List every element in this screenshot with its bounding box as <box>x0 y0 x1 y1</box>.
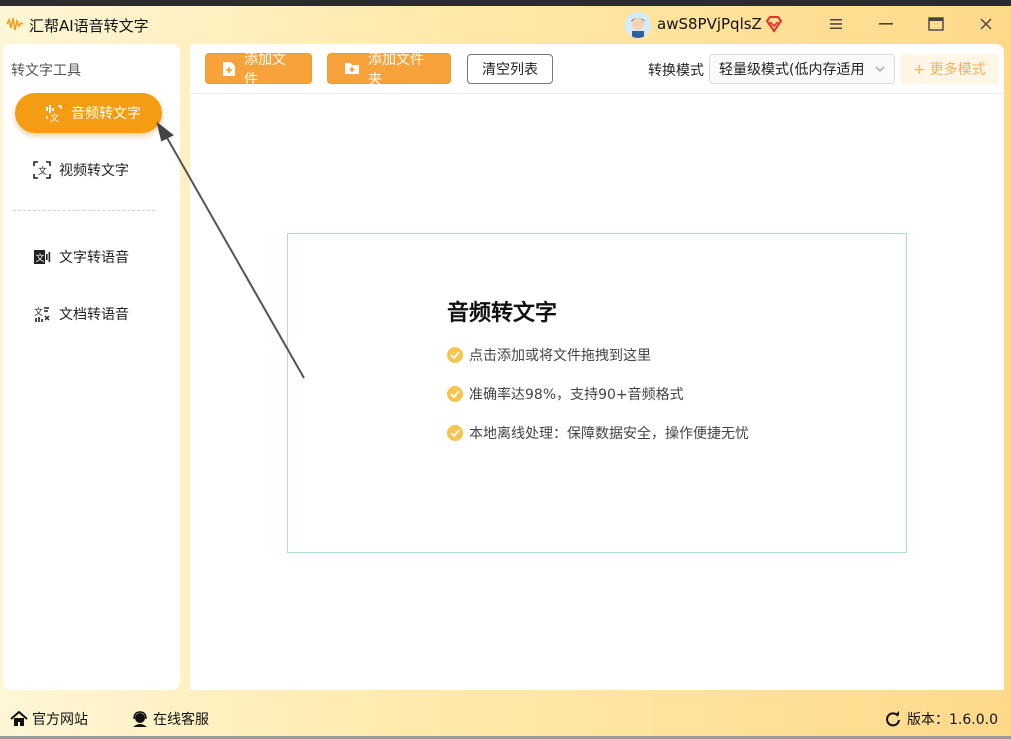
home-icon <box>10 711 28 727</box>
sidebar-item-document-to-speech[interactable]: 文 文档转语音 <box>15 294 162 334</box>
main-panel: 添加文件 添加文件夹 清空列表 转换模式 轻量级模式(低内存适用 + 更多模式 … <box>190 44 1004 690</box>
online-support-link[interactable]: 在线客服 <box>131 709 209 729</box>
sidebar-item-label: 视频转文字 <box>59 163 129 179</box>
feature-text: 准确率达98%，支持90+音频格式 <box>469 387 684 403</box>
add-folder-label: 添加文件夹 <box>368 51 424 88</box>
sidebar: 转文字工具 文 音频转文字 文 视频转文字 文 文字转语音 文 文档转语音 <box>3 44 180 690</box>
audio-to-text-icon: 文 <box>45 104 63 122</box>
svg-text:文: 文 <box>34 306 43 318</box>
svg-text:文: 文 <box>38 165 47 177</box>
waveform-logo-icon <box>6 16 24 32</box>
conversion-mode-value: 轻量级模式(低内存适用 <box>719 62 865 78</box>
close-button[interactable] <box>972 12 1000 36</box>
svg-text:文: 文 <box>50 112 59 122</box>
document-to-speech-icon: 文 <box>33 305 51 323</box>
add-file-label: 添加文件 <box>244 51 286 88</box>
sidebar-divider <box>13 210 155 211</box>
hamburger-icon <box>830 19 842 29</box>
sidebar-item-audio-to-text[interactable]: 文 音频转文字 <box>15 93 162 133</box>
sidebar-item-label: 文档转语音 <box>59 307 129 323</box>
chevron-down-icon <box>875 66 885 72</box>
file-drop-zone[interactable]: 音频转文字 点击添加或将文件拖拽到这里 准确率达98%，支持90+音频格式 本地… <box>287 233 907 553</box>
feature-item: 准确率达98%，支持90+音频格式 <box>447 384 684 404</box>
conversion-mode-label: 转换模式 <box>648 63 704 79</box>
add-file-icon <box>222 61 236 77</box>
version-label: 版本：1.6.0.0 <box>907 712 998 728</box>
check-icon <box>447 386 463 402</box>
feature-item: 本地离线处理：保障数据安全，操作便捷无忧 <box>447 423 749 443</box>
refresh-icon <box>885 711 903 727</box>
sidebar-item-label: 文字转语音 <box>59 250 129 266</box>
maximize-icon <box>928 17 944 31</box>
sidebar-item-label: 音频转文字 <box>71 106 141 122</box>
check-icon <box>447 425 463 441</box>
check-icon <box>447 347 463 363</box>
online-support-label: 在线客服 <box>153 712 209 728</box>
conversion-mode-select[interactable]: 轻量级模式(低内存适用 <box>709 54 895 84</box>
sidebar-item-video-to-text[interactable]: 文 视频转文字 <box>15 150 162 190</box>
official-website-link[interactable]: 官方网站 <box>10 709 88 729</box>
footer: 官方网站 在线客服 版本：1.6.0.0 <box>0 700 1011 736</box>
minimize-icon <box>879 23 893 25</box>
avatar[interactable] <box>625 12 651 38</box>
version-info: 版本：1.6.0.0 <box>885 709 998 729</box>
toolbar: 添加文件 添加文件夹 清空列表 转换模式 轻量级模式(低内存适用 + 更多模式 <box>190 44 1004 94</box>
video-to-text-icon: 文 <box>33 161 51 179</box>
add-file-button[interactable]: 添加文件 <box>205 52 312 88</box>
app-title: 汇帮AI语音转文字 <box>29 17 149 35</box>
svg-text:文: 文 <box>36 252 45 264</box>
feature-text: 本地离线处理：保障数据安全，操作便捷无忧 <box>469 426 749 442</box>
headset-icon <box>131 711 149 727</box>
clear-list-button[interactable]: 清空列表 <box>467 54 553 84</box>
dropzone-title: 音频转文字 <box>447 301 558 326</box>
sidebar-heading: 转文字工具 <box>11 63 81 79</box>
vip-diamond-icon[interactable] <box>765 15 783 33</box>
sidebar-item-text-to-speech[interactable]: 文 文字转语音 <box>15 237 162 277</box>
username[interactable]: awS8PVjPqlsZ <box>657 15 762 33</box>
add-folder-icon <box>344 61 360 77</box>
close-icon <box>980 18 992 30</box>
maximize-button[interactable] <box>922 12 950 36</box>
title-bar: 汇帮AI语音转文字 awS8PVjPqlsZ <box>0 6 1011 42</box>
menu-button[interactable] <box>822 12 850 36</box>
feature-item: 点击添加或将文件拖拽到这里 <box>447 345 651 365</box>
minimize-button[interactable] <box>872 12 900 36</box>
feature-text: 点击添加或将文件拖拽到这里 <box>469 348 651 364</box>
more-modes-button[interactable]: + 更多模式 <box>900 54 999 84</box>
text-to-speech-icon: 文 <box>33 248 51 266</box>
add-folder-button[interactable]: 添加文件夹 <box>327 52 451 88</box>
official-website-label: 官方网站 <box>32 712 88 728</box>
